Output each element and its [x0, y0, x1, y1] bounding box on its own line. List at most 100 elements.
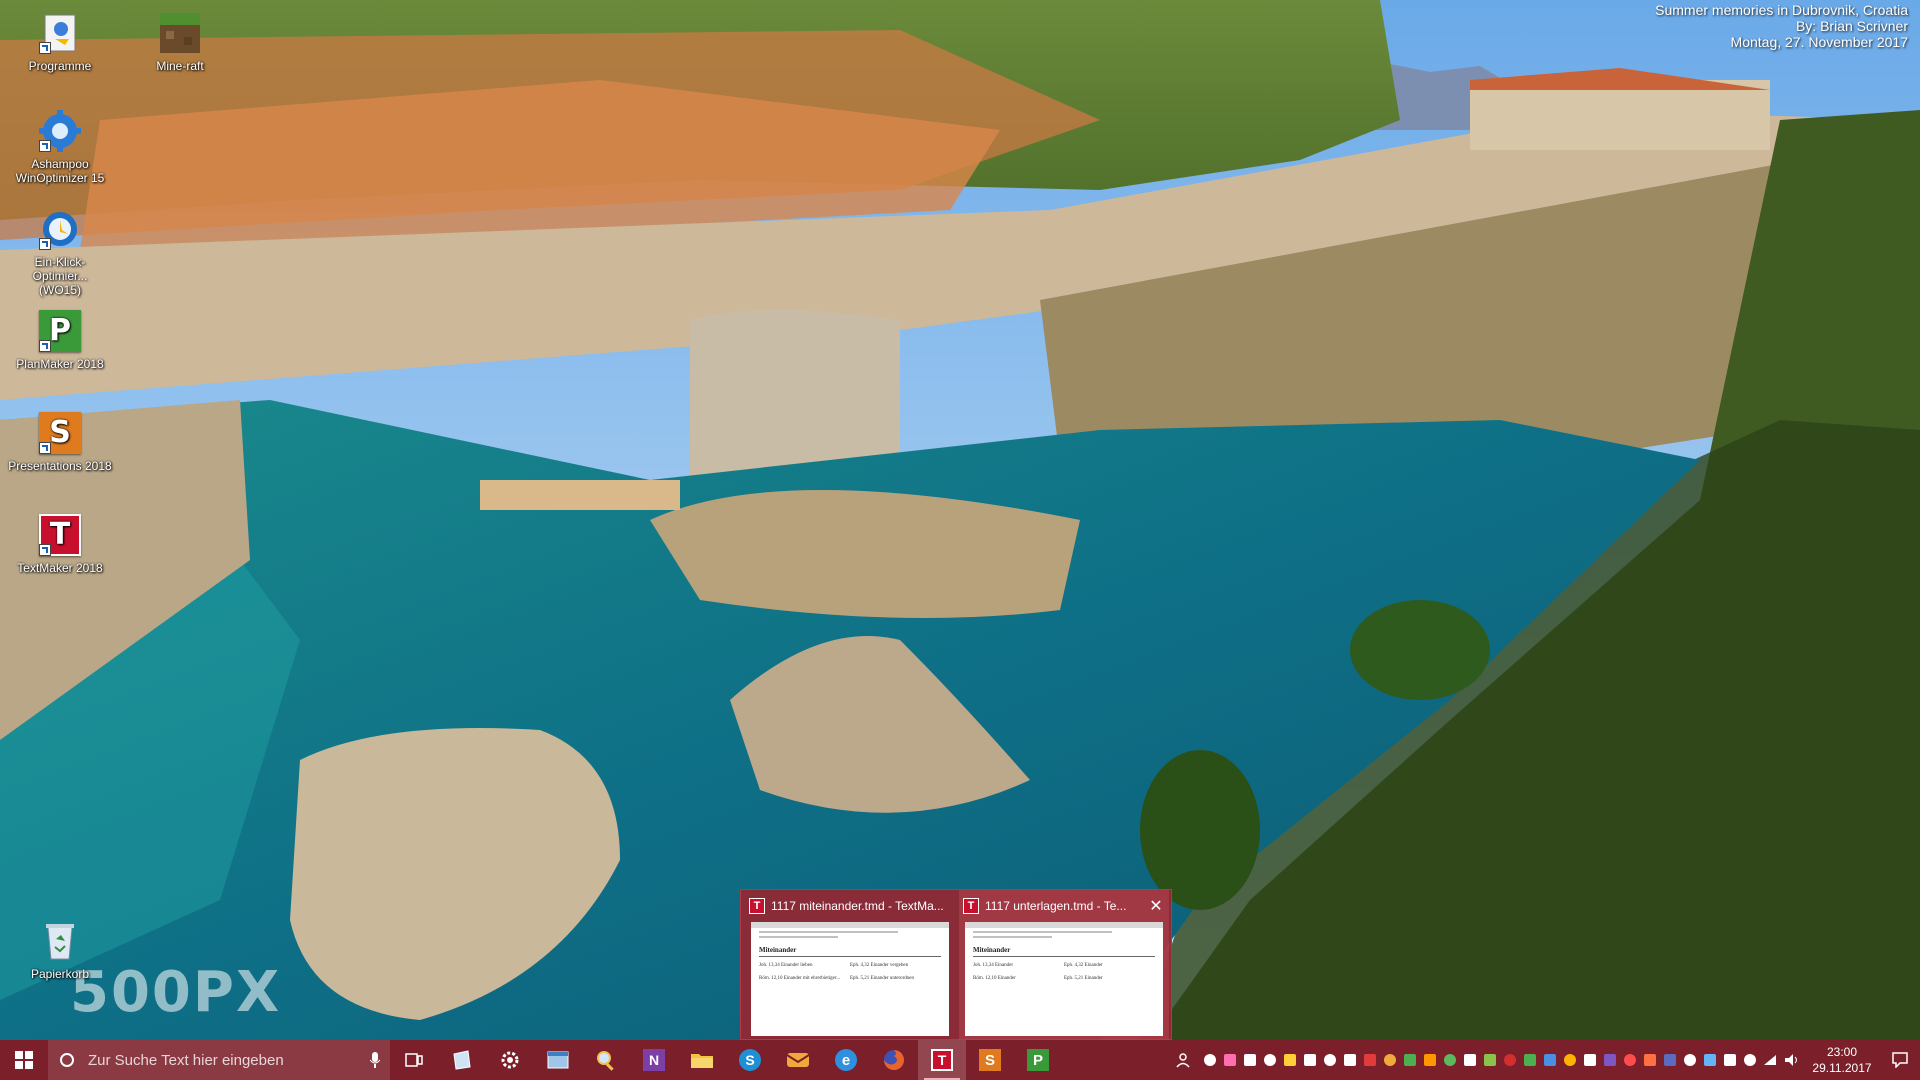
- tray-app-icon[interactable]: [1500, 1040, 1520, 1080]
- desktop-icon-mine-raft[interactable]: Mine-raft: [128, 10, 232, 73]
- taskbar-app-edge[interactable]: e: [822, 1040, 870, 1080]
- tray-app-icon[interactable]: [1740, 1040, 1760, 1080]
- doc-heading: Miteinander: [973, 946, 1011, 954]
- desktop-icon-planmaker[interactable]: P PlanMaker 2018: [8, 308, 112, 371]
- tray-app-icon[interactable]: [1480, 1040, 1500, 1080]
- caption-author: By: Brian Scrivner: [1795, 18, 1908, 34]
- minecraft-icon: [157, 10, 203, 56]
- tray-app-icon[interactable]: [1320, 1040, 1340, 1080]
- doc-item: Eph. 4,32 Einander vergeben: [850, 963, 909, 968]
- planmaker-icon: P: [1027, 1049, 1049, 1071]
- desktop-icon-winoptimizer[interactable]: Ashampoo WinOptimizer 15: [8, 108, 112, 185]
- tray-app-icon[interactable]: [1240, 1040, 1260, 1080]
- planmaker-icon: P: [37, 308, 83, 354]
- wallpaper-caption: Summer memories in Dubrovnik, Croatia By…: [1655, 2, 1908, 50]
- tray-app-icon[interactable]: [1400, 1040, 1420, 1080]
- skype-icon: S: [739, 1049, 761, 1071]
- taskbar-app-presentations[interactable]: S: [966, 1040, 1014, 1080]
- tray-app-icon[interactable]: [1360, 1040, 1380, 1080]
- notepad-icon: [453, 1050, 471, 1070]
- tray-app-icon[interactable]: [1580, 1040, 1600, 1080]
- windows-logo-icon: [15, 1051, 33, 1069]
- network-icon[interactable]: [1760, 1040, 1780, 1080]
- taskbar-search[interactable]: [48, 1040, 390, 1080]
- magnifier-icon: [597, 1051, 614, 1071]
- tray-app-icon[interactable]: [1200, 1040, 1220, 1080]
- taskbar-app-mail[interactable]: [774, 1040, 822, 1080]
- tray-app-icon[interactable]: [1340, 1040, 1360, 1080]
- microphone-icon[interactable]: [360, 1052, 390, 1068]
- thumbnail-document-preview: Miteinander Joh. 13,34 Einander lieben R…: [751, 922, 949, 1036]
- tray-app-icon[interactable]: [1460, 1040, 1480, 1080]
- taskbar-app-file-explorer[interactable]: [678, 1040, 726, 1080]
- tray-app-icon[interactable]: [1600, 1040, 1620, 1080]
- taskbar-app-settings[interactable]: [486, 1040, 534, 1080]
- desktop-icon-label: TextMaker 2018: [17, 561, 103, 575]
- volume-icon[interactable]: [1780, 1040, 1804, 1080]
- system-tray: 23:00 29.11.2017: [1170, 1040, 1920, 1080]
- search-input[interactable]: [86, 1050, 360, 1070]
- textmaker-icon: T: [749, 898, 765, 914]
- tray-app-icon[interactable]: [1260, 1040, 1280, 1080]
- tray-app-icon[interactable]: [1640, 1040, 1660, 1080]
- tray-app-icon[interactable]: [1280, 1040, 1300, 1080]
- desktop-icon-textmaker[interactable]: T TextMaker 2018: [8, 512, 112, 575]
- start-button[interactable]: [0, 1040, 48, 1080]
- window-icon: [547, 1051, 569, 1069]
- taskbar-app-onenote[interactable]: N: [630, 1040, 678, 1080]
- recycle-bin-icon: [37, 918, 83, 964]
- desktop-icon-programme[interactable]: Programme: [8, 10, 112, 73]
- desktop-icon-one-click-optimizer[interactable]: Ein-Klick-Optimier... (WO15): [8, 206, 112, 297]
- clock-time: 23:00: [1826, 1045, 1858, 1059]
- desktop-icon-presentations[interactable]: S Presentations 2018: [8, 410, 112, 473]
- winoptimizer-gear-icon: [37, 108, 83, 154]
- doc-item: Eph. 5,21 Einander unterordnen: [850, 976, 915, 981]
- task-view-button[interactable]: [390, 1040, 438, 1080]
- tray-app-icon[interactable]: [1540, 1040, 1560, 1080]
- desktop-icon-label: Presentations 2018: [8, 459, 112, 473]
- taskbar-clock[interactable]: 23:00 29.11.2017: [1804, 1044, 1880, 1076]
- edge-icon: e: [835, 1049, 857, 1071]
- wallpaper-dubrovnik: [0, 0, 1920, 1040]
- tray-app-icon[interactable]: [1520, 1040, 1540, 1080]
- onenote-icon: N: [643, 1049, 665, 1071]
- doc-item: Röm. 12,10 Einander mit ehrerbietiger...: [759, 976, 840, 981]
- doc-item: Röm. 12,10 Einander: [973, 976, 1016, 981]
- tray-app-icon[interactable]: [1420, 1040, 1440, 1080]
- tray-app-icon[interactable]: [1440, 1040, 1460, 1080]
- tray-app-icon[interactable]: [1560, 1040, 1580, 1080]
- tray-app-icon[interactable]: [1720, 1040, 1740, 1080]
- taskbar-app-planmaker[interactable]: P: [1014, 1040, 1062, 1080]
- action-center-button[interactable]: [1880, 1040, 1920, 1080]
- mail-icon: [786, 1053, 810, 1067]
- close-icon[interactable]: ✕: [1147, 896, 1165, 916]
- desktop-icon-label: Ein-Klick-Optimier... (WO15): [32, 255, 88, 297]
- tray-app-icon[interactable]: [1680, 1040, 1700, 1080]
- firefox-icon: [884, 1050, 904, 1070]
- thumbnail-window-miteinander[interactable]: T 1117 miteinander.tmd - TextMa... Mitei…: [745, 890, 955, 1040]
- taskbar: N S e T S P: [0, 1040, 1920, 1080]
- taskbar-app-textmaker[interactable]: T: [918, 1040, 966, 1080]
- textmaker-icon: T: [931, 1049, 953, 1071]
- caption-date: Montag, 27. November 2017: [1730, 34, 1908, 50]
- tray-app-icon[interactable]: [1620, 1040, 1640, 1080]
- taskbar-app-notepad[interactable]: [438, 1040, 486, 1080]
- one-click-optimizer-icon: [37, 206, 83, 252]
- taskbar-app-firefox[interactable]: [870, 1040, 918, 1080]
- desktop-icon-papierkorb[interactable]: Papierkorb: [8, 918, 112, 981]
- tray-app-icon[interactable]: [1380, 1040, 1400, 1080]
- desktop: Summer memories in Dubrovnik, Croatia By…: [0, 0, 1920, 1040]
- taskbar-app-explorer-window[interactable]: [534, 1040, 582, 1080]
- thumbnail-window-unterlagen[interactable]: T 1117 unterlagen.tmd - Te... ✕ Miteinan…: [959, 890, 1169, 1040]
- settings-gear-icon: [501, 1051, 519, 1069]
- programs-shortcut-icon: [37, 10, 83, 56]
- people-icon[interactable]: [1170, 1040, 1200, 1080]
- tray-app-icon[interactable]: [1300, 1040, 1320, 1080]
- thumbnail-document-preview: Miteinander Joh. 13,34 Einander Röm. 12,…: [965, 922, 1163, 1036]
- tray-app-icon[interactable]: [1660, 1040, 1680, 1080]
- taskbar-app-search-tool[interactable]: [582, 1040, 630, 1080]
- tray-app-icon[interactable]: [1700, 1040, 1720, 1080]
- tray-app-icon[interactable]: [1220, 1040, 1240, 1080]
- presentations-icon: S: [37, 410, 83, 456]
- taskbar-app-skype[interactable]: S: [726, 1040, 774, 1080]
